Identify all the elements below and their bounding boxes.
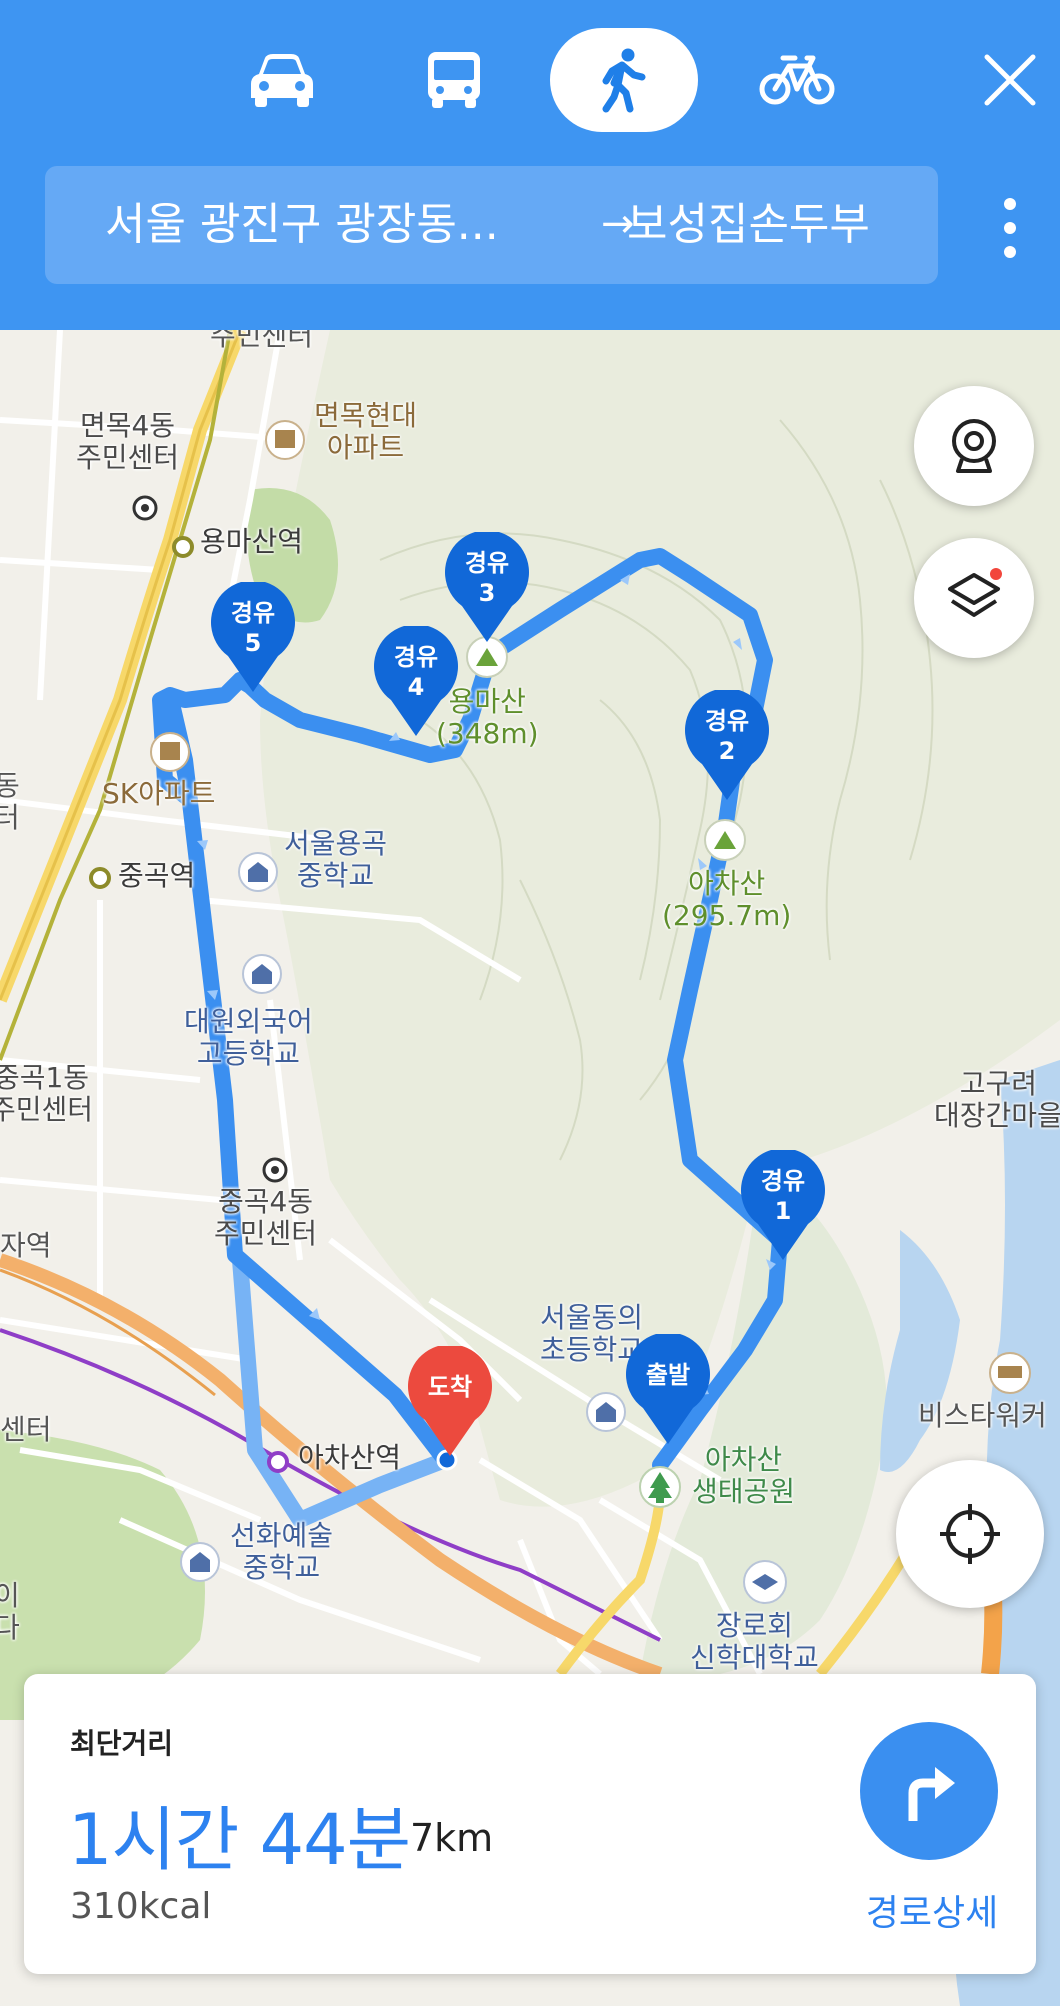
more-dot <box>1004 222 1016 234</box>
start-label: 출발 <box>645 1361 691 1389</box>
arrival-pin[interactable]: 도착 <box>405 1346 495 1458</box>
waypoint-label: 경유 <box>230 599 276 627</box>
map-label-junggok4: 중곡4동 주민센터 <box>214 1185 318 1251</box>
map-label-presbyterian-univ: 장로회 신학대학교 <box>690 1609 819 1675</box>
waypoint-label: 경유 <box>464 549 510 577</box>
close-icon <box>984 54 1036 106</box>
map-label-myeonmok-apt: 면목현대 아파트 <box>314 399 418 465</box>
waypoint-pin-2[interactable]: 경유 2 <box>682 690 772 802</box>
map-label-seoul-yonggok-ms: 서울용곡 중학교 <box>284 827 388 893</box>
map-label-yongmasan-station: 용마산역 <box>200 525 304 558</box>
notification-dot <box>990 568 1002 580</box>
route-detail-label[interactable]: 경로상세 <box>862 1884 1002 1936</box>
more-dot <box>1004 246 1016 258</box>
car-mode-button[interactable] <box>230 28 334 132</box>
map-label-achasan-station: 아차산역 <box>298 1441 402 1474</box>
map-label-left-station: 자역 <box>0 1229 52 1262</box>
turn-right-arrow-icon <box>908 1767 955 1821</box>
destination-field[interactable]: 보성집손두부 <box>627 166 870 284</box>
route-calories: 310kcal <box>70 1886 212 1927</box>
map-label-junggok-station: 중곡역 <box>118 859 196 892</box>
bike-mode-button[interactable] <box>742 28 852 132</box>
route-header: 서울 광진구 광장동... → 보성집손두부 <box>0 0 1060 330</box>
bus-mode-button[interactable] <box>402 28 506 132</box>
my-location-button[interactable] <box>896 1460 1044 1608</box>
waypoint-label: 경유 <box>760 1167 806 1195</box>
waypoint-number: 4 <box>407 673 425 701</box>
map-label-seonhwa-arts-ms: 선화예술 중학교 <box>230 1519 334 1585</box>
map-label-daewon-fl-hs: 대원외국어 고등학교 <box>184 1005 313 1071</box>
bus-icon <box>428 52 480 108</box>
screen: 서울 광진구 광장동... → 보성집손두부 주민센터 면목4동 주민센터 면목… <box>0 0 1060 2006</box>
map-label-junggok1: 중곡1동 주민센터 <box>0 1061 94 1127</box>
bike-icon <box>759 55 835 105</box>
cctv-icon <box>952 419 996 473</box>
map-label-sk-apt: SK아파트 <box>102 777 216 810</box>
waypoint-label: 경유 <box>704 707 750 735</box>
crosshair-icon <box>940 1504 1000 1564</box>
waypoint-pin-1[interactable]: 경유 1 <box>738 1150 828 1262</box>
walk-icon <box>602 48 646 113</box>
route-distance: 7km <box>410 1816 494 1860</box>
route-summary-bar[interactable]: 서울 광진구 광장동... → 보성집손두부 <box>45 166 938 284</box>
car-icon <box>251 54 313 107</box>
arrival-label: 도착 <box>427 1373 473 1401</box>
waypoint-number: 2 <box>718 737 736 765</box>
map-label-achasan-eco-park: 아차산 생태공원 <box>692 1443 796 1509</box>
waypoint-label: 경유 <box>393 643 439 671</box>
origin-field[interactable]: 서울 광진구 광장동... <box>105 166 499 284</box>
waypoint-pin-4[interactable]: 경유 4 <box>371 626 461 738</box>
more-options-button[interactable] <box>990 192 1030 264</box>
map-label-top-center: 주민센터 <box>210 330 314 352</box>
waypoint-number: 3 <box>478 579 496 607</box>
map-label-left-edge-1: 동 터 <box>0 769 20 835</box>
map-label-left-center: 센터 <box>0 1413 52 1446</box>
waypoint-number: 1 <box>774 1197 792 1225</box>
waypoint-pin-5[interactable]: 경유 5 <box>208 582 298 694</box>
map-label-achasan-peak: 아차산 (295.7m) <box>662 867 792 933</box>
pin-marker-icon <box>626 1334 710 1444</box>
route-detail-button[interactable] <box>860 1722 998 1860</box>
map-layers-button[interactable] <box>914 538 1034 658</box>
label-text: 면목4동 주민센터 <box>76 409 180 475</box>
cctv-button[interactable] <box>914 386 1034 506</box>
pin-marker-icon <box>408 1346 492 1456</box>
route-duration: 1시간 44분 <box>68 1799 411 1881</box>
more-dot <box>1004 198 1016 210</box>
map-label-bistar: 비스타워커 <box>918 1399 1047 1432</box>
route-info-card[interactable]: 최단거리 1시간 44분 7km 310kcal 경로상세 <box>24 1674 1036 1974</box>
walk-mode-button[interactable] <box>550 28 698 132</box>
map-label-myeonmok4: 면목4동 주민센터 <box>76 409 180 475</box>
start-pin[interactable]: 출발 <box>623 1334 713 1446</box>
map-label-goguryeo: 고구려 대장간마을 <box>934 1067 1060 1133</box>
waypoint-number: 5 <box>244 629 262 657</box>
close-button[interactable] <box>972 34 1048 126</box>
map-label-left-edge-2: 이 다 <box>0 1579 20 1645</box>
route-type-label: 최단거리 <box>70 1727 174 1760</box>
